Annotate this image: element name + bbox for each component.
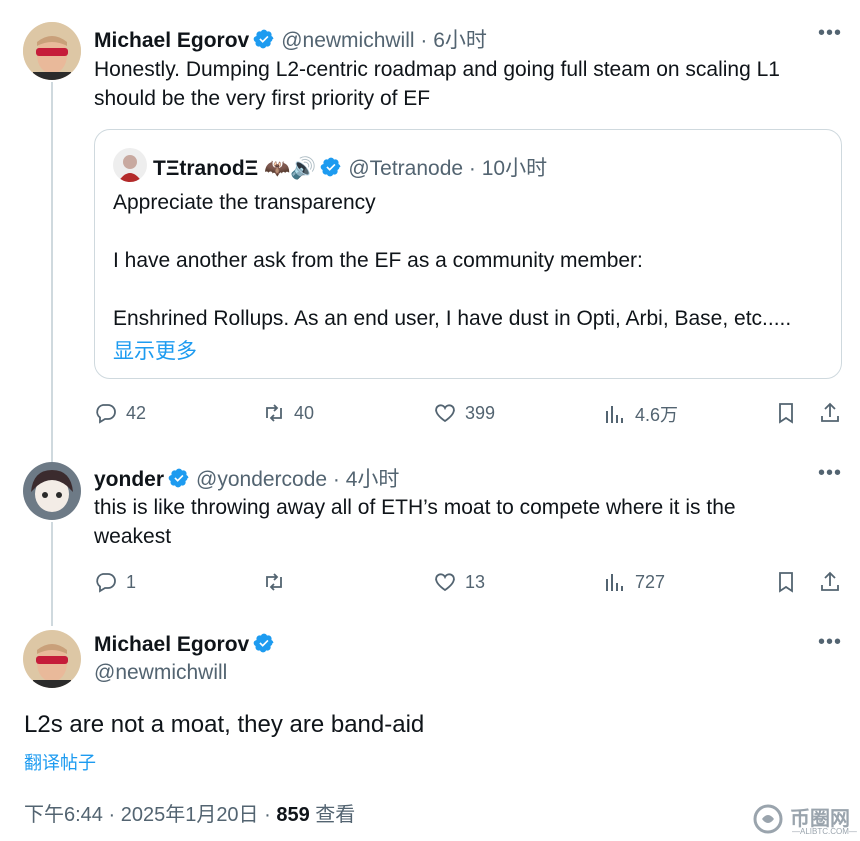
watermark: 币圈网 —ALIBTC.COM—	[752, 800, 860, 840]
quote-avatar[interactable]	[113, 148, 147, 182]
tweet-text: this is like throwing away all of ETH’s …	[94, 493, 736, 551]
repost-button[interactable]: 40	[262, 401, 314, 425]
repost-icon	[266, 404, 282, 422]
verified-badge-icon	[253, 632, 275, 654]
more-options-icon[interactable]: •••	[818, 22, 842, 45]
views-button[interactable]: 727	[603, 570, 665, 594]
like-button[interactable]: 13	[433, 570, 485, 594]
views-chart-icon	[606, 574, 623, 591]
tweet-header: Michael Egorov @newmichwill · 6小时	[94, 24, 487, 54]
tweet-text: Honestly. Dumping L2-centric roadmap and…	[94, 55, 780, 113]
reply-count: 42	[126, 402, 147, 423]
bookmark-button[interactable]	[774, 401, 798, 425]
avatar[interactable]	[23, 462, 81, 520]
tweet-text-line: Honestly. Dumping L2-centric roadmap and…	[94, 58, 780, 81]
views-button[interactable]: 4.6万	[603, 401, 678, 427]
post-views-label: 查看	[315, 804, 356, 826]
bookmark-icon	[779, 403, 793, 424]
verified-badge-icon	[168, 467, 190, 489]
watermark-logo-icon	[753, 804, 783, 834]
handle-time[interactable]: @yondercode · 4小时	[196, 468, 399, 491]
views-chart-icon	[606, 406, 623, 423]
heart-icon	[435, 404, 455, 423]
quote-author-name: TΞtranodΞ 🦇🔊	[153, 157, 317, 180]
main-tweet-header: Michael Egorov	[94, 632, 281, 657]
bookmark-icon	[779, 572, 793, 593]
show-more-link[interactable]: 显示更多	[113, 335, 197, 365]
verified-badge-icon	[253, 28, 275, 50]
share-button[interactable]	[818, 570, 842, 594]
bookmark-button[interactable]	[774, 570, 798, 594]
post-timestamp[interactable]: 下午6:44 · 2025年1月20日 ·	[24, 804, 276, 826]
repost-button[interactable]	[262, 570, 286, 594]
quoted-tweet[interactable]: TΞtranodΞ 🦇🔊 @Tetranode · 10小时 Appreciate…	[94, 129, 842, 379]
repost-count: 40	[294, 402, 315, 423]
quote-text-line: Enshrined Rollups. As an end user, I hav…	[113, 307, 792, 330]
quote-text-line: Appreciate the transparency	[113, 191, 376, 214]
share-icon	[821, 571, 839, 591]
repost-icon	[266, 573, 282, 591]
more-options-icon[interactable]: •••	[818, 462, 842, 485]
more-options-icon[interactable]: •••	[818, 631, 842, 654]
avatar[interactable]	[23, 630, 81, 688]
tweet-text-line: should be the very first priority of EF	[94, 87, 431, 110]
verified-badge-icon	[320, 156, 342, 178]
reply-icon	[96, 404, 116, 424]
avatar[interactable]	[23, 22, 81, 80]
watermark-subtext: —ALIBTC.COM—	[792, 827, 857, 836]
heart-icon	[435, 573, 455, 592]
handle-time[interactable]: @newmichwill · 6小时	[281, 29, 487, 52]
quote-handle-time: @Tetranode · 10小时	[348, 157, 548, 180]
author-handle[interactable]: @newmichwill	[94, 661, 227, 685]
reply-count: 1	[126, 571, 137, 592]
author-name[interactable]: yonder	[94, 468, 164, 491]
like-count: 399	[465, 402, 496, 423]
share-icon	[821, 402, 839, 422]
tweet-text-line: weakest	[94, 525, 172, 548]
quote-text-line: I have another ask from the EF as a comm…	[113, 249, 643, 272]
post-meta: 下午6:44 · 2025年1月20日 · 859 查看	[24, 798, 355, 827]
quote-header: TΞtranodΞ 🦇🔊 @Tetranode · 10小时	[153, 152, 547, 182]
like-button[interactable]: 399	[433, 401, 495, 425]
reply-button[interactable]: 42	[94, 401, 146, 425]
author-name[interactable]: Michael Egorov	[94, 29, 249, 52]
reply-icon	[96, 573, 116, 593]
post-views-count: 859	[276, 804, 310, 826]
translate-post-link[interactable]: 翻译帖子	[24, 749, 96, 775]
like-count: 13	[465, 571, 486, 592]
views-count: 4.6万	[635, 405, 679, 425]
thread-connector-line	[51, 522, 53, 626]
main-tweet-text: L2s are not a moat, they are band-aid	[24, 711, 425, 738]
thread-connector-line	[51, 82, 53, 462]
tweet-text-line: this is like throwing away all of ETH’s …	[94, 496, 736, 519]
tweet-header: yonder @yondercode · 4小时	[94, 463, 399, 493]
author-name[interactable]: Michael Egorov	[94, 633, 249, 656]
share-button[interactable]	[818, 401, 842, 425]
views-count: 727	[635, 571, 666, 592]
reply-button[interactable]: 1	[94, 570, 136, 594]
